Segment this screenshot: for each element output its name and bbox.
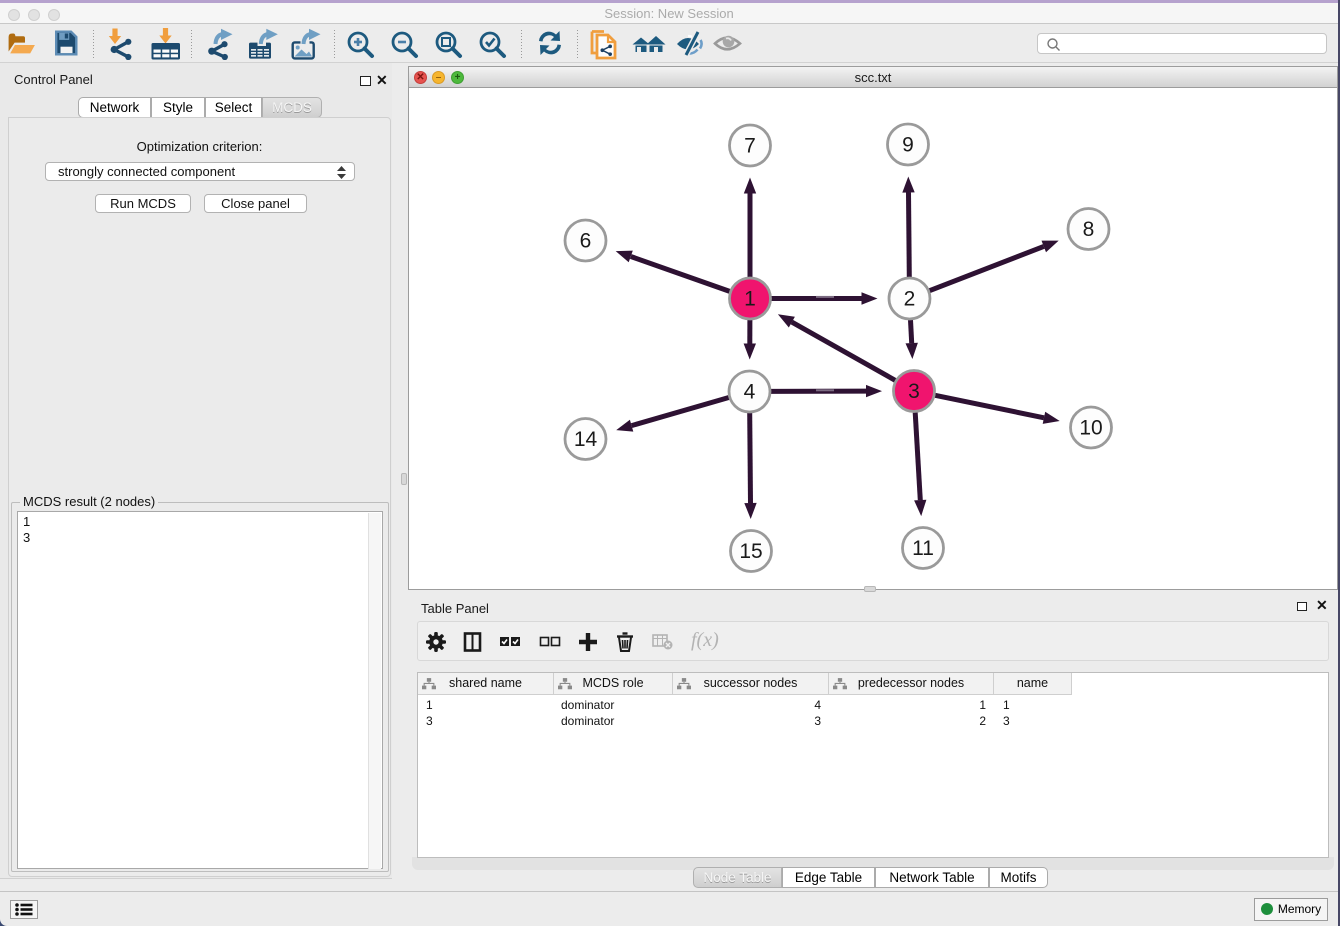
svg-text:4: 4 [744,381,756,404]
svg-text:10: 10 [1079,417,1102,440]
svg-text:15: 15 [739,540,762,563]
svg-text:3: 3 [908,380,920,403]
svg-text:1: 1 [744,288,756,311]
svg-text:6: 6 [580,230,592,253]
svg-text:2: 2 [904,288,916,311]
svg-text:9: 9 [902,134,914,157]
svg-text:11: 11 [912,537,934,560]
svg-text:14: 14 [574,428,598,451]
svg-text:7: 7 [744,135,756,158]
svg-text:8: 8 [1083,218,1095,241]
